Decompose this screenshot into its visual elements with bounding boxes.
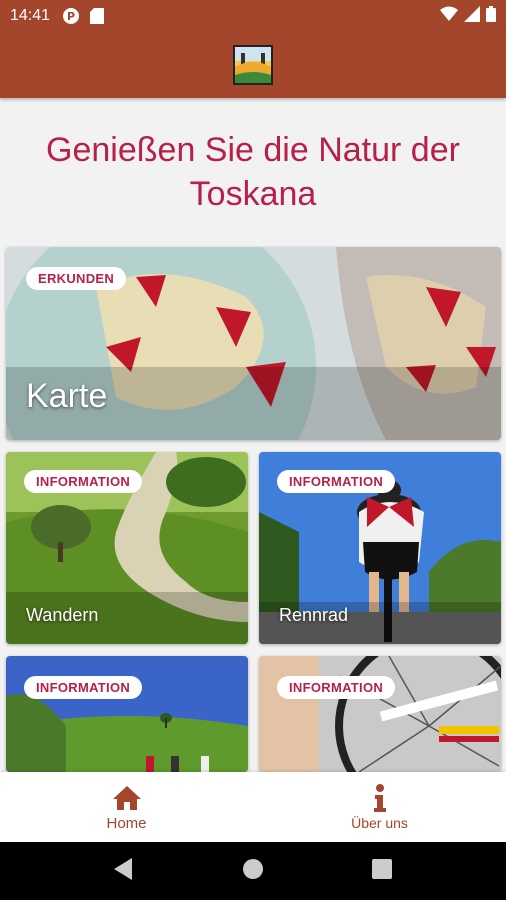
status-bar: 14:41 P (0, 0, 506, 32)
system-navigation-bar (0, 842, 506, 900)
bottom-navigation: Home Über uns (0, 772, 506, 842)
card-badge: INFORMATION (277, 470, 396, 493)
sd-card-icon (88, 7, 106, 25)
home-icon (112, 783, 142, 813)
nav-home[interactable]: Home (0, 772, 253, 842)
home-circle-icon[interactable] (242, 858, 264, 885)
page-title: Genießen Sie die Natur der Toskana (46, 131, 460, 213)
battery-icon (486, 5, 496, 27)
card-title: Karte (26, 377, 108, 415)
card-badge: INFORMATION (24, 676, 143, 699)
nav-about[interactable]: Über uns (253, 772, 506, 842)
card-tour[interactable]: INFORMATION (6, 656, 248, 772)
card-rennrad[interactable]: INFORMATION Rennrad (259, 452, 501, 644)
status-right-icons (440, 5, 496, 27)
card-title: Rennrad (279, 605, 349, 625)
nav-about-label: Über uns (351, 815, 408, 831)
card-badge: INFORMATION (24, 470, 143, 493)
wifi-icon (440, 6, 458, 27)
card-karte[interactable]: ERKUNDEN Karte (6, 247, 501, 440)
card-title: Wandern (26, 605, 99, 625)
info-icon (365, 783, 395, 813)
app-bar (0, 32, 506, 98)
status-time: 14:41 (10, 7, 51, 24)
nav-home-label: Home (106, 814, 147, 832)
back-icon[interactable] (114, 857, 134, 885)
recents-icon[interactable] (372, 858, 392, 884)
card-badge: INFORMATION (277, 676, 396, 699)
hill-cyclists-image (6, 656, 248, 772)
svg-text:P: P (67, 10, 75, 23)
bike-detail-image (259, 656, 501, 772)
card-wandern[interactable]: INFORMATION Wandern (6, 452, 248, 644)
toscana-logo[interactable] (233, 45, 273, 85)
notification-icon: P (62, 7, 80, 25)
signal-icon (464, 5, 480, 27)
card-bike[interactable]: INFORMATION (259, 656, 501, 772)
card-badge: ERKUNDEN (26, 267, 127, 290)
